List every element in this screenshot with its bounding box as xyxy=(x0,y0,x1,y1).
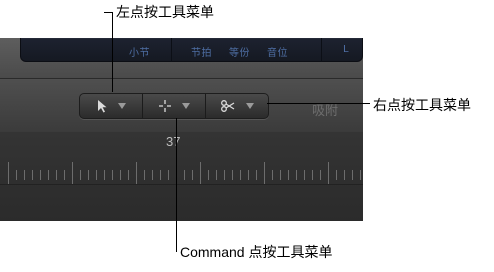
ruler-tick xyxy=(208,170,209,180)
right-click-tool-menu-button[interactable] xyxy=(206,94,268,118)
leader-line-right xyxy=(267,103,370,104)
ruler-tick xyxy=(160,170,161,180)
inspector-label-division: 等份 xyxy=(229,48,250,59)
command-click-tool-menu-button[interactable] xyxy=(143,94,206,118)
arrow-pointer-icon xyxy=(96,99,108,113)
ruler-tick xyxy=(352,170,353,180)
inspector-label-tick: 音位 xyxy=(267,48,288,59)
ruler-tick xyxy=(344,170,345,180)
callout-right-click-tool-menu: 右点按工具菜单 xyxy=(373,97,471,113)
callout-command-click-tool-menu: Command 点按工具菜单 xyxy=(180,244,333,260)
ruler-tick xyxy=(120,170,121,180)
ruler-tick xyxy=(168,170,169,180)
ruler-divider xyxy=(0,184,363,185)
ruler-tick xyxy=(320,170,321,180)
ruler-tick xyxy=(48,170,49,180)
chevron-down-icon xyxy=(246,103,254,109)
inspector-strip: 小节 节拍 等份 音位 L xyxy=(20,38,363,62)
inspector-separator xyxy=(171,38,172,62)
ruler-tick xyxy=(240,170,241,180)
ruler-tick xyxy=(248,170,249,180)
ruler-tick xyxy=(280,170,281,180)
ruler-tick xyxy=(152,170,153,180)
ruler-tick xyxy=(32,170,33,180)
bar-ruler[interactable]: 37 xyxy=(0,132,363,221)
inspector-label-edge: L xyxy=(343,44,350,55)
ruler-tick xyxy=(72,162,73,184)
crosshair-icon xyxy=(158,99,172,113)
ruler-tick xyxy=(96,170,97,180)
ruler-tick xyxy=(296,170,297,180)
ruler-tick xyxy=(360,170,361,180)
ruler-tick xyxy=(16,170,17,180)
ruler-tick xyxy=(112,170,113,180)
ruler-tick xyxy=(264,162,265,184)
leader-line-left-hook xyxy=(104,12,113,13)
ruler-tick xyxy=(56,170,57,180)
ruler-tick xyxy=(64,170,65,180)
inspector-label-beat: 节拍 xyxy=(191,48,212,59)
chevron-down-icon xyxy=(118,103,126,109)
ruler-tick xyxy=(224,170,225,180)
ruler-tick xyxy=(88,170,89,180)
ruler-tick xyxy=(104,170,105,180)
ruler-tick xyxy=(216,170,217,180)
ruler-tick xyxy=(136,162,137,184)
ruler-tick xyxy=(40,170,41,180)
ruler-tick xyxy=(288,170,289,180)
ruler-tick xyxy=(80,170,81,180)
toolbar: 吸附 xyxy=(0,78,363,132)
ruler-tick xyxy=(336,170,337,180)
screenshot-region: 小节 节拍 等份 音位 L 吸附 37 xyxy=(0,38,363,221)
chevron-down-icon xyxy=(182,103,190,109)
leader-line-command xyxy=(176,118,177,252)
ruler-tick xyxy=(256,170,257,180)
ruler-tick xyxy=(328,162,329,184)
ruler-tick xyxy=(312,170,313,180)
callout-left-click-tool-menu: 左点按工具菜单 xyxy=(116,4,214,20)
inspector-separator xyxy=(321,38,322,62)
left-click-tool-menu-button[interactable] xyxy=(80,94,143,118)
ruler-tick xyxy=(272,170,273,180)
ruler-tick xyxy=(24,170,25,180)
inspector-label-bar: 小节 xyxy=(129,48,150,59)
ruler-tick xyxy=(200,162,201,184)
ruler-tick xyxy=(232,170,233,180)
ruler-tick xyxy=(184,170,185,180)
bar-number: 37 xyxy=(166,134,181,149)
ruler-tick xyxy=(144,170,145,180)
ruler-tick xyxy=(192,170,193,180)
scissors-icon xyxy=(220,99,236,113)
ruler-tick xyxy=(304,170,305,180)
ruler-tick xyxy=(8,162,9,184)
tool-menu-group xyxy=(79,93,269,119)
ruler-tick xyxy=(128,170,129,180)
leader-line-left xyxy=(112,12,113,92)
